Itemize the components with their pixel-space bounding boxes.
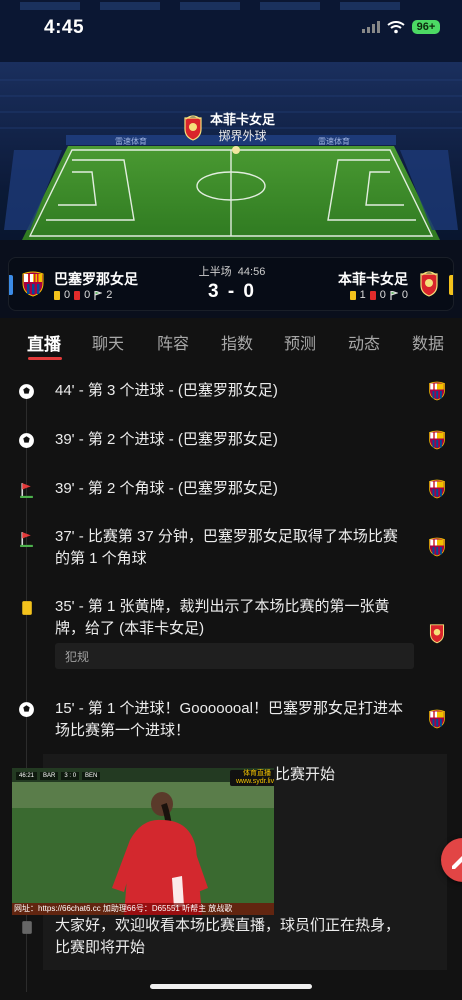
wifi-icon (387, 20, 405, 33)
video-frame (12, 768, 274, 915)
red-card-icon (369, 290, 376, 300)
barcelona-crest-icon (429, 381, 445, 401)
barcelona-crest-icon (429, 709, 445, 729)
yellow-card-icon (22, 601, 32, 615)
event-text: 37' - 比赛第 37 分钟，巴塞罗那女足取得了本场比赛的第 1 个角球 (55, 528, 398, 567)
match-clock: 44:56 (237, 266, 266, 278)
event-detail: 犯规 (55, 643, 414, 669)
tab-prediction[interactable]: 预测 (284, 330, 316, 354)
corner-icon (390, 290, 398, 300)
video-ticker: 网址：https://66chat6.cc 加助理66号：D65551 听帮主 … (12, 903, 274, 915)
away-team-stats: 1 0 0 (349, 289, 408, 301)
status-time: 4:45 (44, 17, 85, 38)
tab-bar: 直播 聊天 阵容 指数 预测 动态 数据 (0, 318, 462, 362)
tab-stats[interactable]: 数据 (412, 330, 444, 354)
score-bar: 巴塞罗那女足 0 0 2 上半场 44:56 3 - 0 本菲卡女足 1 0 0 (8, 257, 454, 311)
tab-live[interactable]: 直播 (27, 330, 61, 355)
event-text: 比赛开始 (275, 766, 336, 783)
whistle-icon (22, 921, 32, 934)
ad-board-right: 雷速体育 (318, 136, 350, 146)
video-score: 3 : 0 (61, 772, 80, 780)
event-description: 掷界外球 (218, 129, 267, 143)
football-icon (19, 702, 34, 717)
event-text: 39' - 第 2 个角球 - (巴塞罗那女足) (55, 480, 278, 497)
away-yellow-count: 1 (359, 289, 366, 301)
period-label: 上半场 (198, 266, 232, 278)
live-event-banner: 本菲卡女足 掷界外球 (182, 110, 275, 146)
video-logo: 体育直播 www.sydr.live (230, 770, 274, 786)
ad-board-left: 雷速体育 (115, 136, 147, 146)
benfica-crest-icon (429, 624, 445, 644)
football-icon (19, 433, 34, 448)
barcelona-crest-icon (429, 479, 445, 499)
active-tab-indicator (28, 357, 62, 360)
video-clock: 46:21 (16, 772, 38, 780)
barcelona-crest-icon (429, 537, 445, 557)
ball-position (232, 146, 240, 154)
away-red-count: 0 (379, 289, 386, 301)
yellow-card-icon (349, 290, 356, 300)
away-team-name[interactable]: 本菲卡女足 (338, 269, 408, 289)
benfica-crest-icon (184, 115, 202, 141)
tab-lineup[interactable]: 阵容 (157, 330, 189, 354)
barcelona-crest-icon (429, 430, 445, 450)
benfica-crest-icon[interactable] (417, 271, 441, 297)
event-text: 大家好，欢迎收看本场比赛直播，球员们正在热身，比赛即将开始 (55, 917, 401, 956)
video-away-abbr: BEN (82, 772, 101, 780)
stadium-header: 雷速体育 雷速体育 4:45 96+ 本菲卡女足 掷界外球 巴塞罗那女足 0 0… (0, 0, 462, 318)
event-text: 35' - 第 1 张黄牌，裁判出示了本场比赛的第一张黄牌，给了 (本菲卡女足) (55, 598, 390, 637)
event-text: 15' - 第 1 个进球！Gooooooal！巴塞罗那女足打进本场比赛第一个进… (55, 700, 403, 739)
tab-news[interactable]: 动态 (348, 330, 380, 354)
cellular-signal-icon (362, 21, 380, 33)
battery-indicator: 96+ (412, 20, 440, 34)
away-corner-count: 0 (401, 289, 408, 301)
event-text: 39' - 第 2 个进球 - (巴塞罗那女足) (55, 431, 278, 448)
floating-video-player[interactable]: 46:21 BAR 3 : 0 BEN 体育直播 www.sydr.live 网… (12, 768, 274, 915)
tab-chat[interactable]: 聊天 (92, 330, 124, 354)
football-icon (19, 384, 34, 399)
pencil-icon (452, 856, 462, 869)
status-bar: 4:45 96+ (0, 0, 462, 52)
video-home-abbr: BAR (40, 772, 59, 780)
corner-flag-icon (20, 483, 33, 498)
video-scoreboard: 46:21 BAR 3 : 0 BEN (16, 772, 101, 780)
event-team: 本菲卡女足 (210, 112, 276, 127)
home-indicator[interactable] (150, 984, 312, 989)
corner-flag-icon (20, 532, 33, 547)
tab-odds[interactable]: 指数 (221, 330, 253, 354)
event-text: 44' - 第 3 个进球 - (巴塞罗那女足) (55, 382, 278, 399)
